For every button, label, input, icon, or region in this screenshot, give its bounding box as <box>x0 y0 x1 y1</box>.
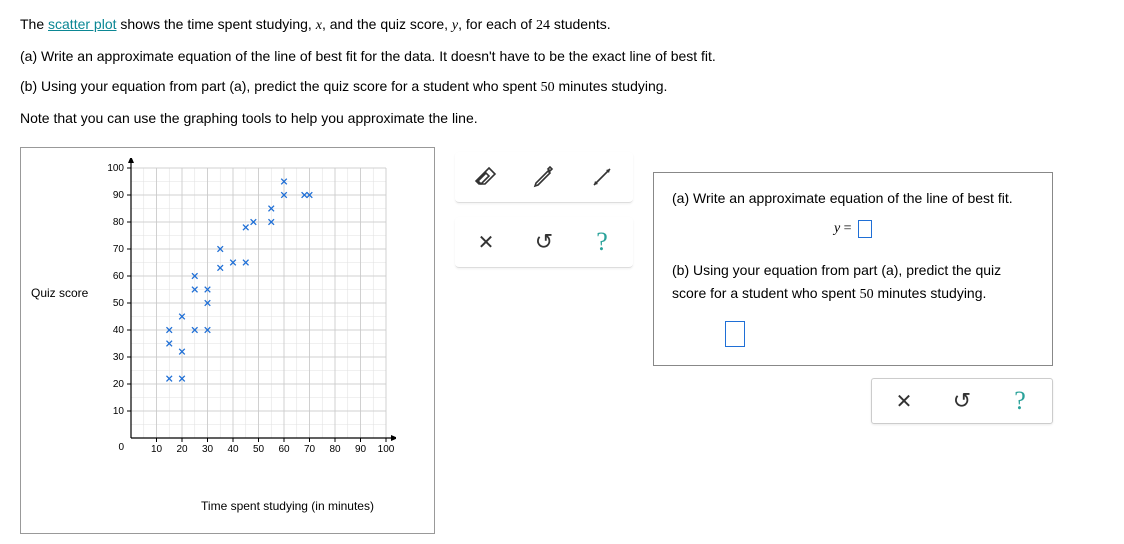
scatter-plot[interactable]: 10 20 30 40 50 60 70 80 90 100 10 20 30 40 50 60 70 80 90 1… <box>96 158 396 471</box>
part-a-text: (a) Write an approximate equation of the… <box>20 42 1104 70</box>
answer-a-label: (a) Write an approximate equation of the… <box>672 187 1034 211</box>
svg-text:20: 20 <box>177 444 189 455</box>
svg-text:90: 90 <box>113 190 125 201</box>
svg-text:10: 10 <box>113 406 125 417</box>
text: , and the quiz score, <box>322 16 452 32</box>
action-toolbar: ✕ ↺ ? <box>871 378 1053 424</box>
pencil-icon <box>532 165 556 189</box>
scatter-plot-link[interactable]: scatter plot <box>48 16 116 32</box>
svg-text:30: 30 <box>202 444 214 455</box>
svg-text:50: 50 <box>253 444 265 455</box>
help-icon: ? <box>1014 386 1026 416</box>
help-answer-button[interactable]: ? <box>1004 387 1036 415</box>
undo-answer-button[interactable]: ↺ <box>946 387 978 415</box>
count: 24 <box>536 18 550 33</box>
text: shows the time spent studying, <box>117 16 316 32</box>
clear-button[interactable]: ✕ <box>469 225 503 259</box>
y-axis-label: Quiz score <box>31 286 88 300</box>
text: students. <box>550 16 611 32</box>
answer-b-input-line <box>672 321 1034 347</box>
part-b-text: (b) Using your equation from part (a), p… <box>20 72 1104 102</box>
help-button[interactable]: ? <box>585 225 619 259</box>
svg-text:0: 0 <box>119 442 125 453</box>
equals: = <box>840 221 855 236</box>
svg-text:80: 80 <box>330 444 342 455</box>
svg-text:50: 50 <box>113 298 125 309</box>
line-tool[interactable] <box>585 160 619 194</box>
answer-a-input[interactable] <box>858 220 872 238</box>
answer-panel: (a) Write an approximate equation of the… <box>653 172 1053 366</box>
answer-b-label: (b) Using your equation from part (a), p… <box>672 259 1034 308</box>
svg-text:100: 100 <box>378 444 395 455</box>
undo-button[interactable]: ↺ <box>527 225 561 259</box>
line-icon <box>590 165 614 189</box>
svg-text:20: 20 <box>113 379 125 390</box>
undo-icon: ↺ <box>953 388 971 414</box>
answer-section-b: (b) Using your equation from part (a), p… <box>672 259 1034 348</box>
clear-answer-button[interactable]: ✕ <box>888 387 920 415</box>
drawing-toolbar <box>455 152 633 203</box>
svg-text:40: 40 <box>228 444 240 455</box>
close-icon: ✕ <box>896 389 913 414</box>
help-icon: ? <box>596 227 608 257</box>
svg-text:60: 60 <box>113 271 125 282</box>
text: minutes studying. <box>874 285 987 301</box>
svg-text:100: 100 <box>108 163 125 174</box>
svg-text:90: 90 <box>355 444 367 455</box>
close-icon: ✕ <box>478 230 495 255</box>
svg-text:70: 70 <box>113 244 125 255</box>
problem-statement: The scatter plot shows the time spent st… <box>20 10 1104 132</box>
edit-toolbar: ✕ ↺ ? <box>455 217 633 268</box>
svg-text:70: 70 <box>304 444 316 455</box>
text: , for each of <box>458 16 536 32</box>
svg-text:30: 30 <box>113 352 125 363</box>
intro-line: The scatter plot shows the time spent st… <box>20 10 1104 40</box>
eraser-tool[interactable] <box>469 160 503 194</box>
answer-a-input-line: y = <box>672 217 1034 241</box>
answer-b-input[interactable] <box>725 321 745 347</box>
svg-text:80: 80 <box>113 217 125 228</box>
x-axis-label: Time spent studying (in minutes) <box>151 499 424 513</box>
svg-text:60: 60 <box>279 444 291 455</box>
eraser-icon <box>474 165 498 189</box>
chart-panel: Quiz score 10 20 30 40 50 60 70 80 90 100 10 20 30 40… <box>20 147 435 534</box>
note-text: Note that you can use the graphing tools… <box>20 104 1104 132</box>
pencil-tool[interactable] <box>527 160 561 194</box>
minutes: 50 <box>541 80 555 95</box>
text: (b) Using your equation from part (a), p… <box>20 78 541 94</box>
text: The <box>20 16 48 32</box>
answer-section-a: (a) Write an approximate equation of the… <box>672 187 1034 241</box>
text: minutes studying. <box>555 78 668 94</box>
svg-text:10: 10 <box>151 444 163 455</box>
svg-text:40: 40 <box>113 325 125 336</box>
undo-icon: ↺ <box>535 229 553 255</box>
minutes: 50 <box>860 287 874 302</box>
